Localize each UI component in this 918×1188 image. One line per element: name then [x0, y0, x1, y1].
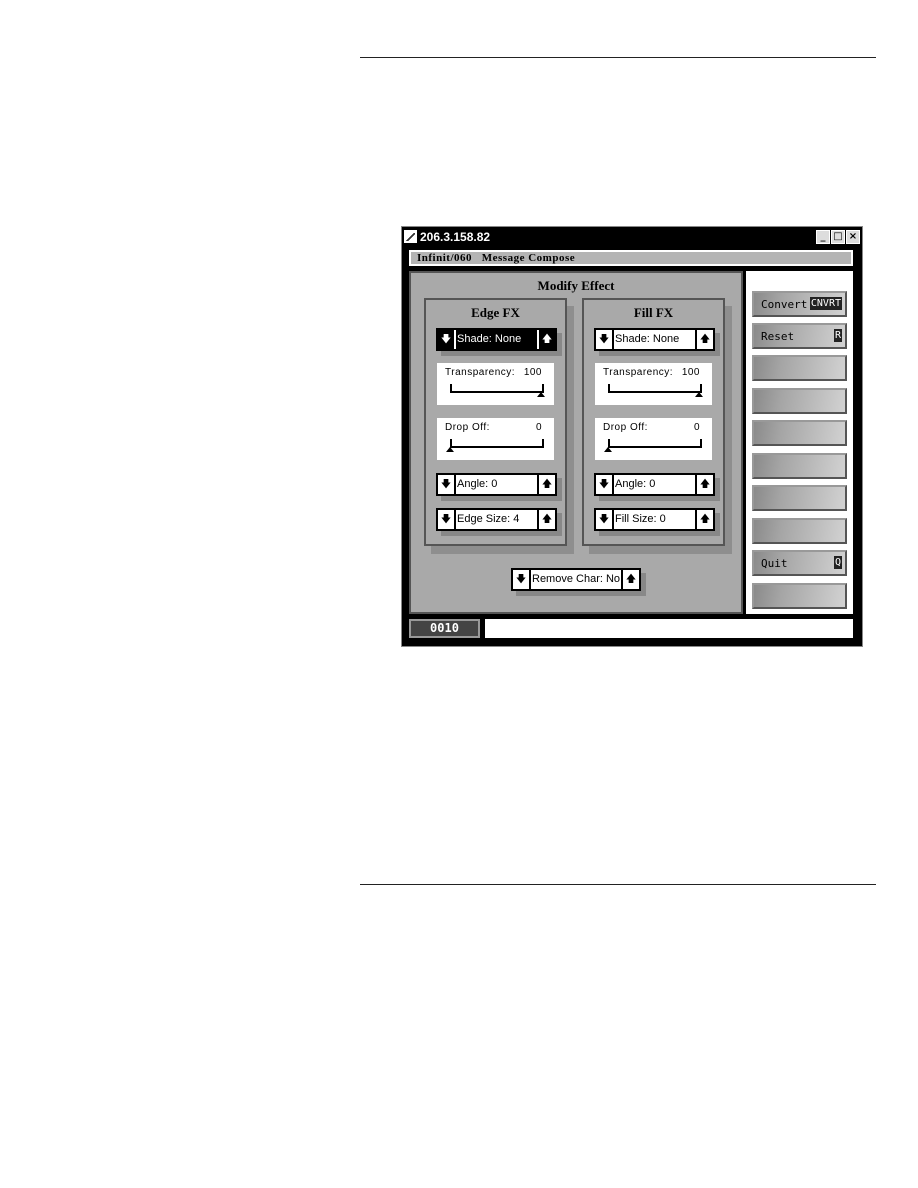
- arrow-down-icon[interactable]: 🡇: [438, 330, 456, 349]
- function-button-empty[interactable]: [752, 583, 847, 609]
- fill-size-value: Fill Size: 0: [615, 513, 666, 525]
- slider-thumb[interactable]: [604, 447, 612, 452]
- function-button-quit[interactable]: Quit Q: [752, 550, 847, 576]
- transparency-label: Transparency:: [445, 367, 516, 378]
- minimize-button[interactable]: _: [816, 230, 830, 244]
- arrow-up-icon[interactable]: 🡅: [537, 510, 555, 529]
- dropoff-value: 0: [535, 422, 542, 433]
- function-button-empty[interactable]: [752, 388, 847, 414]
- slider-track[interactable]: [608, 384, 702, 393]
- title-bar: 206.3.158.82 _ □ ×: [402, 228, 862, 245]
- remove-char-spinner[interactable]: 🡇 Remove Char: No 🡅: [511, 568, 641, 591]
- button-label: Quit: [761, 557, 788, 570]
- function-button-empty[interactable]: [752, 420, 847, 446]
- close-button[interactable]: ×: [846, 230, 860, 244]
- fill-fx-title: Fill FX: [633, 305, 674, 320]
- transparency-label: Transparency:: [603, 367, 674, 378]
- panel-title: Modify Effect: [537, 278, 615, 293]
- shortcut-key-badge: Q: [833, 556, 842, 569]
- counter-display: 0010: [409, 619, 480, 638]
- arrow-down-icon[interactable]: 🡇: [596, 510, 614, 529]
- fill-transparency-slider[interactable]: Transparency: 100: [595, 363, 712, 405]
- bottom-rule: [360, 884, 876, 885]
- slider-track[interactable]: [450, 439, 544, 448]
- fill-shade-spinner[interactable]: 🡇 Shade: None 🡅: [594, 328, 715, 351]
- function-button-empty[interactable]: [752, 453, 847, 479]
- edge-angle-spinner[interactable]: 🡇 Angle: 0 🡅: [436, 473, 557, 496]
- edge-shade-value: Shade: None: [457, 333, 522, 345]
- button-label: Reset: [761, 330, 795, 343]
- arrow-down-icon[interactable]: 🡇: [438, 475, 456, 494]
- edge-dropoff-slider[interactable]: Drop Off: 0: [437, 418, 554, 460]
- edge-size-spinner[interactable]: 🡇 Edge Size: 4 🡅: [436, 508, 557, 531]
- slider-thumb[interactable]: [695, 392, 703, 397]
- arrow-up-icon[interactable]: 🡅: [695, 475, 713, 494]
- arrow-up-icon[interactable]: 🡅: [537, 475, 555, 494]
- edge-angle-value: Angle: 0: [457, 478, 498, 490]
- arrow-down-icon[interactable]: 🡇: [596, 475, 614, 494]
- arrow-down-icon[interactable]: 🡇: [596, 330, 614, 349]
- edge-size-value: Edge Size: 4: [457, 513, 520, 525]
- manual-page: 206.3.158.82 _ □ × Infinit/060 Message C…: [0, 0, 918, 1188]
- arrow-up-icon[interactable]: 🡅: [695, 510, 713, 529]
- slider-thumb[interactable]: [446, 447, 454, 452]
- fill-dropoff-slider[interactable]: Drop Off: 0: [595, 418, 712, 460]
- window-title: 206.3.158.82: [420, 230, 491, 244]
- top-rule: [360, 57, 876, 58]
- remove-char-value: Remove Char: No: [532, 573, 621, 585]
- dropoff-label: Drop Off:: [445, 422, 490, 433]
- dropoff-value: 0: [693, 422, 700, 433]
- shortcut-key-badge: R: [833, 329, 842, 342]
- button-label: Convert: [761, 298, 808, 311]
- fill-shade-value: Shade: None: [615, 333, 680, 345]
- transparency-value: 100: [523, 367, 542, 378]
- function-button-empty[interactable]: [752, 518, 847, 544]
- shortcut-key-badge: CNVRT: [809, 297, 842, 310]
- maximize-button[interactable]: □: [831, 230, 845, 244]
- fill-angle-value: Angle: 0: [615, 478, 656, 490]
- fill-angle-spinner[interactable]: 🡇 Angle: 0 🡅: [594, 473, 715, 496]
- message-field[interactable]: [485, 619, 853, 638]
- slider-track[interactable]: [608, 439, 702, 448]
- arrow-up-icon[interactable]: 🡅: [695, 330, 713, 349]
- slider-track[interactable]: [450, 384, 544, 393]
- arrow-up-icon[interactable]: 🡅: [537, 330, 555, 349]
- arrow-up-icon[interactable]: 🡅: [621, 570, 639, 589]
- edge-shade-spinner[interactable]: 🡇 Shade: None 🡅: [436, 328, 557, 351]
- app-logo-icon: [404, 230, 417, 243]
- edge-transparency-slider[interactable]: Transparency: 100: [437, 363, 554, 405]
- function-button-reset[interactable]: Reset R: [752, 323, 847, 349]
- transparency-value: 100: [681, 367, 700, 378]
- fill-size-spinner[interactable]: 🡇 Fill Size: 0 🡅: [594, 508, 715, 531]
- edge-fx-title: Edge FX: [471, 305, 520, 320]
- function-button-empty[interactable]: [752, 355, 847, 381]
- screen-title-bar: Infinit/060 Message Compose: [409, 250, 853, 266]
- dropoff-label: Drop Off:: [603, 422, 648, 433]
- slider-thumb[interactable]: [537, 392, 545, 397]
- screen-title: Infinit/060 Message Compose: [417, 252, 576, 264]
- function-button-convert[interactable]: Convert CNVRT: [752, 291, 847, 317]
- arrow-down-icon[interactable]: 🡇: [513, 570, 531, 589]
- function-button-empty[interactable]: [752, 485, 847, 511]
- arrow-down-icon[interactable]: 🡇: [438, 510, 456, 529]
